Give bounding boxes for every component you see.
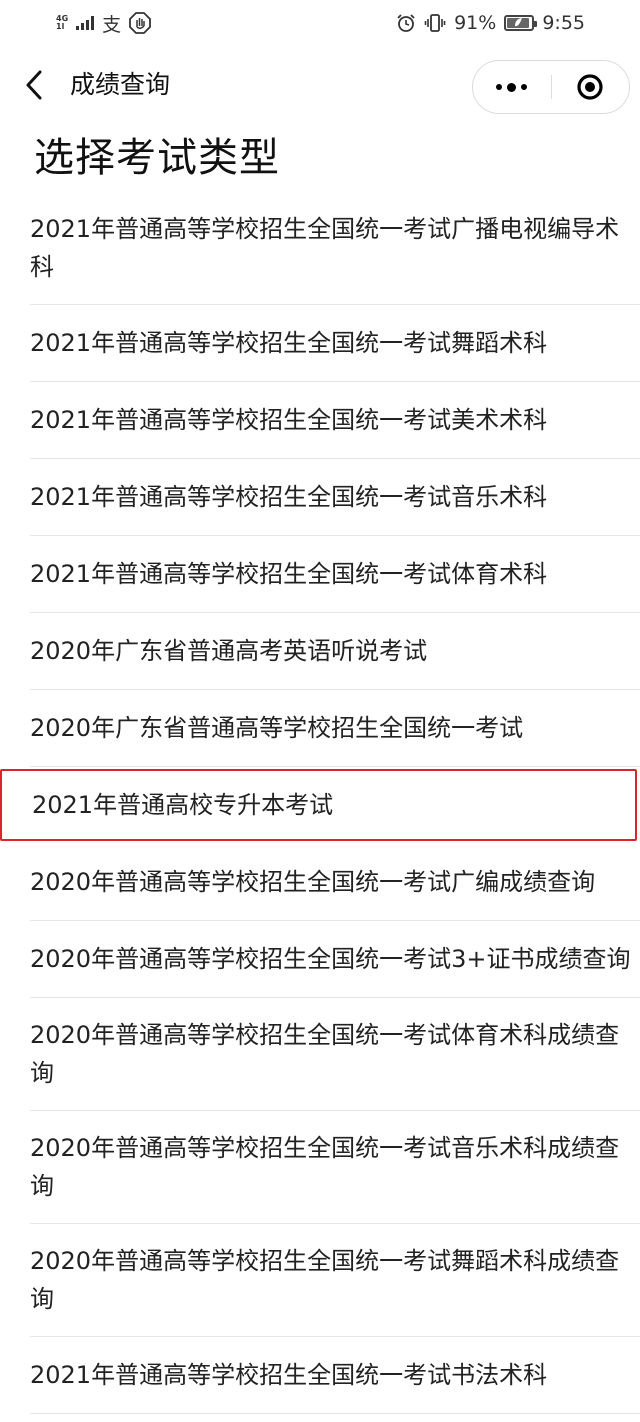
- status-left: 4G 1l 支: [56, 10, 152, 37]
- exam-item-art-2021[interactable]: 2021年普通高等学校招生全国统一考试美术术科: [30, 382, 640, 459]
- vibrate-icon: [424, 14, 446, 32]
- status-bar: 4G 1l 支 91% 9:55: [0, 0, 640, 46]
- exam-item-music-2021[interactable]: 2021年普通高等学校招生全国统一考试音乐术科: [30, 459, 640, 536]
- exam-item-dance-2021[interactable]: 2021年普通高等学校招生全国统一考试舞蹈术科: [30, 305, 640, 382]
- exam-item-upgrade-2021[interactable]: 2021年普通高校专升本考试: [0, 769, 637, 841]
- exam-item-label: 2020年普通高等学校招生全国统一考试音乐术科成绩查询: [30, 1134, 620, 1200]
- exam-item-label: 2021年普通高等学校招生全国统一考试书法术科: [30, 1361, 548, 1389]
- exam-item-label: 2020年普通高等学校招生全国统一考试体育术科成绩查询: [30, 1021, 620, 1087]
- status-right: 91% 9:55: [396, 12, 585, 34]
- exam-item-label: 2020年广东省普通高考英语听说考试: [30, 637, 428, 665]
- exam-item-label: 2021年普通高等学校招生全国统一考试广播电视编导术科: [30, 215, 620, 281]
- exam-item-label: 2020年普通高等学校招生全国统一考试广编成绩查询: [30, 868, 596, 896]
- exam-item-music-2020[interactable]: 2020年普通高等学校招生全国统一考试音乐术科成绩查询: [30, 1111, 640, 1224]
- battery-icon: [504, 15, 538, 31]
- exam-item-gaokao-2020[interactable]: 2020年广东省普通高等学校招生全国统一考试: [30, 690, 640, 767]
- page-title: 选择考试类型: [34, 135, 280, 181]
- hand-icon: [129, 12, 152, 34]
- battery-percent: 91%: [454, 12, 497, 34]
- exam-item-dance-2020[interactable]: 2020年普通高等学校招生全国统一考试舞蹈术科成绩查询: [30, 1224, 640, 1337]
- chevron-left-icon: [26, 70, 42, 100]
- exam-item-label: 2020年普通高等学校招生全国统一考试3+证书成绩查询: [30, 945, 631, 973]
- exam-item-sports-2021[interactable]: 2021年普通高等学校招生全国统一考试体育术科: [30, 536, 640, 613]
- back-button[interactable]: [18, 66, 52, 104]
- mini-program-capsule: [472, 60, 630, 114]
- exam-item-label: 2021年普通高等学校招生全国统一考试音乐术科: [30, 483, 548, 511]
- exam-item-label: 2020年广东省普通高等学校招生全国统一考试: [30, 714, 524, 742]
- nav-title: 成绩查询: [70, 70, 171, 99]
- close-mini-program-button[interactable]: [552, 60, 630, 114]
- exam-item-certificate-2020[interactable]: 2020年普通高等学校招生全国统一考试3+证书成绩查询: [30, 921, 640, 998]
- exam-item-sports-2020[interactable]: 2020年普通高等学校招生全国统一考试体育术科成绩查询: [30, 998, 640, 1111]
- alarm-icon: [397, 14, 415, 32]
- exam-item-label: 2021年普通高等学校招生全国统一考试美术术科: [30, 406, 548, 434]
- exam-item-arts-broadcast-2021[interactable]: 2021年普通高等学校招生全国统一考试广播电视编导术科: [30, 192, 640, 305]
- exam-type-list: 2021年普通高等学校招生全国统一考试广播电视编导术科 2021年普通高等学校招…: [0, 192, 640, 1414]
- exam-item-label: 2021年普通高等学校招生全国统一考试舞蹈术科: [30, 329, 548, 357]
- exam-item-label: 2020年普通高等学校招生全国统一考试舞蹈术科成绩查询: [30, 1247, 620, 1313]
- exam-item-english-listening-2020[interactable]: 2020年广东省普通高考英语听说考试: [30, 613, 640, 690]
- target-close-icon: [577, 74, 603, 100]
- more-button[interactable]: [473, 60, 551, 114]
- clock: 9:55: [542, 12, 585, 34]
- exam-item-label: 2021年普通高等学校招生全国统一考试体育术科: [30, 560, 548, 588]
- network-sub: 1l: [56, 22, 65, 31]
- exam-item-calligraphy-2021[interactable]: 2021年普通高等学校招生全国统一考试书法术科: [30, 1337, 640, 1414]
- signal-icon: [76, 16, 95, 30]
- nav-bar: 成绩查询: [0, 52, 640, 118]
- exam-item-broadcast-2020[interactable]: 2020年普通高等学校招生全国统一考试广编成绩查询: [30, 844, 640, 921]
- network-indicator: 4G 1l: [56, 15, 68, 31]
- exam-item-label: 2021年普通高校专升本考试: [32, 791, 334, 819]
- alipay-icon: 支: [102, 13, 122, 36]
